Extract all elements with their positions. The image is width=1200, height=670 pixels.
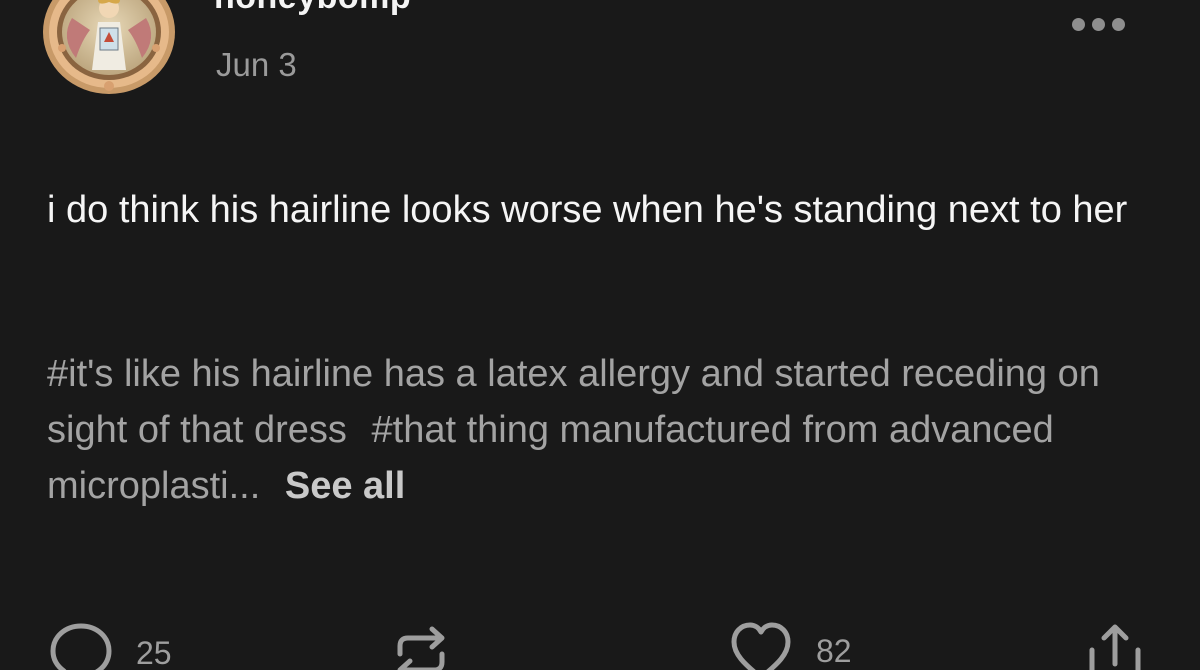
post-tags: #it's like his hairline has a latex alle…	[47, 346, 1157, 514]
replies-count: 25	[136, 634, 172, 670]
post-date[interactable]: Jun 3	[216, 46, 297, 84]
reply-button[interactable]: 25	[48, 620, 172, 670]
heart-icon	[731, 622, 791, 670]
more-horizontal-icon	[1072, 17, 1085, 31]
reblog-button[interactable]	[388, 620, 454, 670]
post-actions: 25 82	[0, 612, 1200, 670]
post-body: i do think his hairline looks worse when…	[47, 189, 1128, 231]
avatar[interactable]	[42, 0, 176, 96]
username[interactable]: honeybomp	[214, 0, 411, 17]
see-all-link[interactable]: See all	[285, 465, 405, 507]
likes-count: 82	[816, 632, 852, 669]
share-upload-icon	[1089, 624, 1141, 670]
avatar-image	[43, 0, 175, 94]
like-button[interactable]: 82	[728, 620, 852, 670]
more-options-button[interactable]	[1072, 14, 1136, 34]
speech-bubble-icon	[50, 623, 112, 670]
reblog-arrows-icon	[397, 626, 445, 670]
share-button[interactable]	[1082, 620, 1148, 670]
